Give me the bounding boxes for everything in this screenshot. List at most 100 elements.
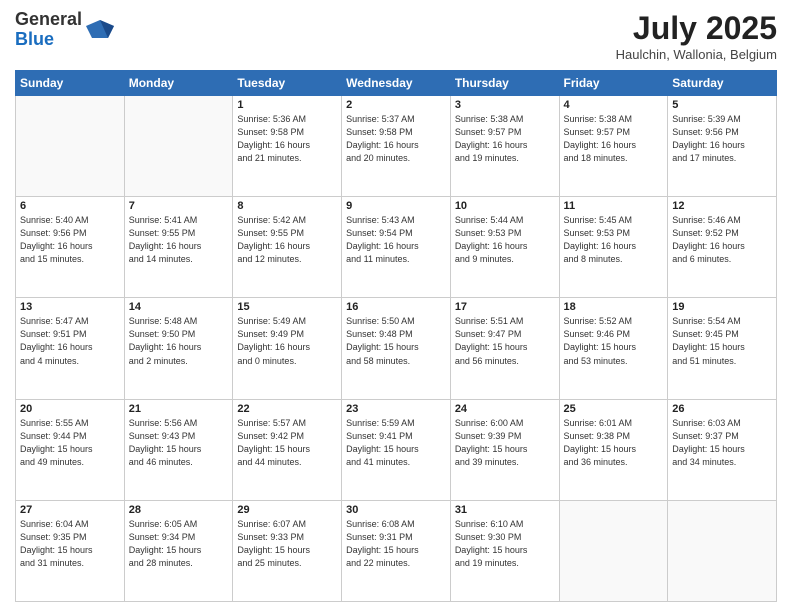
logo: General Blue bbox=[15, 10, 114, 50]
table-row: 12 Sunrise: 5:46 AM Sunset: 9:52 PM Dayli… bbox=[668, 197, 777, 298]
day-info: Sunrise: 6:01 AM Sunset: 9:38 PM Dayligh… bbox=[564, 417, 664, 469]
table-row: 3 Sunrise: 5:38 AM Sunset: 9:57 PM Daylig… bbox=[450, 96, 559, 197]
table-row bbox=[668, 500, 777, 601]
day-number: 11 bbox=[564, 200, 664, 212]
day-info: Sunrise: 6:10 AM Sunset: 9:30 PM Dayligh… bbox=[455, 518, 555, 570]
day-info: Sunrise: 5:44 AM Sunset: 9:53 PM Dayligh… bbox=[455, 214, 555, 266]
table-row: 26 Sunrise: 6:03 AM Sunset: 9:37 PM Dayli… bbox=[668, 399, 777, 500]
day-number: 24 bbox=[455, 403, 555, 415]
col-thursday: Thursday bbox=[450, 71, 559, 96]
location: Haulchin, Wallonia, Belgium bbox=[616, 47, 777, 62]
day-info: Sunrise: 5:45 AM Sunset: 9:53 PM Dayligh… bbox=[564, 214, 664, 266]
table-row bbox=[559, 500, 668, 601]
day-info: Sunrise: 5:46 AM Sunset: 9:52 PM Dayligh… bbox=[672, 214, 772, 266]
day-number: 5 bbox=[672, 99, 772, 111]
day-info: Sunrise: 5:56 AM Sunset: 9:43 PM Dayligh… bbox=[129, 417, 229, 469]
table-row: 28 Sunrise: 6:05 AM Sunset: 9:34 PM Dayli… bbox=[124, 500, 233, 601]
day-info: Sunrise: 5:42 AM Sunset: 9:55 PM Dayligh… bbox=[237, 214, 337, 266]
day-number: 1 bbox=[237, 99, 337, 111]
table-row: 23Sunrise: 5:59 AM Sunset: 9:41 PM Dayli… bbox=[342, 399, 451, 500]
day-number: 13 bbox=[20, 301, 120, 313]
logo-blue: Blue bbox=[15, 30, 82, 50]
calendar-week-row: 27Sunrise: 6:04 AM Sunset: 9:35 PM Dayli… bbox=[16, 500, 777, 601]
table-row: 11 Sunrise: 5:45 AM Sunset: 9:53 PM Dayli… bbox=[559, 197, 668, 298]
day-info: Sunrise: 5:55 AM Sunset: 9:44 PM Dayligh… bbox=[20, 417, 120, 469]
table-row: 20 Sunrise: 5:55 AM Sunset: 9:44 PM Dayli… bbox=[16, 399, 125, 500]
table-row: 24Sunrise: 6:00 AM Sunset: 9:39 PM Dayli… bbox=[450, 399, 559, 500]
day-info: Sunrise: 5:40 AM Sunset: 9:56 PM Dayligh… bbox=[20, 214, 120, 266]
table-row: 25 Sunrise: 6:01 AM Sunset: 9:38 PM Dayli… bbox=[559, 399, 668, 500]
day-info: Sunrise: 5:48 AM Sunset: 9:50 PM Dayligh… bbox=[129, 315, 229, 367]
day-info: Sunrise: 5:37 AM Sunset: 9:58 PM Dayligh… bbox=[346, 113, 446, 165]
table-row: 1 Sunrise: 5:36 AM Sunset: 9:58 PM Daylig… bbox=[233, 96, 342, 197]
calendar-week-row: 20 Sunrise: 5:55 AM Sunset: 9:44 PM Dayli… bbox=[16, 399, 777, 500]
table-row: 30Sunrise: 6:08 AM Sunset: 9:31 PM Dayli… bbox=[342, 500, 451, 601]
table-row: 10 Sunrise: 5:44 AM Sunset: 9:53 PM Dayli… bbox=[450, 197, 559, 298]
day-info: Sunrise: 6:07 AM Sunset: 9:33 PM Dayligh… bbox=[237, 518, 337, 570]
col-monday: Monday bbox=[124, 71, 233, 96]
calendar-week-row: 6 Sunrise: 5:40 AM Sunset: 9:56 PM Daylig… bbox=[16, 197, 777, 298]
table-row: 15 Sunrise: 5:49 AM Sunset: 9:49 PM Dayli… bbox=[233, 298, 342, 399]
table-row: 8Sunrise: 5:42 AM Sunset: 9:55 PM Daylig… bbox=[233, 197, 342, 298]
table-row: 9Sunrise: 5:43 AM Sunset: 9:54 PM Daylig… bbox=[342, 197, 451, 298]
day-info: Sunrise: 5:38 AM Sunset: 9:57 PM Dayligh… bbox=[564, 113, 664, 165]
day-number: 19 bbox=[672, 301, 772, 313]
day-info: Sunrise: 5:36 AM Sunset: 9:58 PM Dayligh… bbox=[237, 113, 337, 165]
day-number: 9 bbox=[346, 200, 446, 212]
day-number: 14 bbox=[129, 301, 229, 313]
day-number: 3 bbox=[455, 99, 555, 111]
table-row: 4 Sunrise: 5:38 AM Sunset: 9:57 PM Daylig… bbox=[559, 96, 668, 197]
table-row: 13 Sunrise: 5:47 AM Sunset: 9:51 PM Dayli… bbox=[16, 298, 125, 399]
page: General Blue July 2025 Haulchin, Walloni… bbox=[0, 0, 792, 612]
header: General Blue July 2025 Haulchin, Walloni… bbox=[15, 10, 777, 62]
table-row: 2Sunrise: 5:37 AM Sunset: 9:58 PM Daylig… bbox=[342, 96, 451, 197]
calendar-table: Sunday Monday Tuesday Wednesday Thursday… bbox=[15, 70, 777, 602]
calendar-week-row: 1 Sunrise: 5:36 AM Sunset: 9:58 PM Daylig… bbox=[16, 96, 777, 197]
day-info: Sunrise: 5:52 AM Sunset: 9:46 PM Dayligh… bbox=[564, 315, 664, 367]
day-info: Sunrise: 5:51 AM Sunset: 9:47 PM Dayligh… bbox=[455, 315, 555, 367]
calendar-header-row: Sunday Monday Tuesday Wednesday Thursday… bbox=[16, 71, 777, 96]
table-row bbox=[124, 96, 233, 197]
day-number: 31 bbox=[455, 504, 555, 516]
logo-icon bbox=[86, 16, 114, 44]
table-row: 27Sunrise: 6:04 AM Sunset: 9:35 PM Dayli… bbox=[16, 500, 125, 601]
table-row: 29 Sunrise: 6:07 AM Sunset: 9:33 PM Dayli… bbox=[233, 500, 342, 601]
day-info: Sunrise: 5:38 AM Sunset: 9:57 PM Dayligh… bbox=[455, 113, 555, 165]
day-info: Sunrise: 5:50 AM Sunset: 9:48 PM Dayligh… bbox=[346, 315, 446, 367]
table-row bbox=[16, 96, 125, 197]
day-info: Sunrise: 5:54 AM Sunset: 9:45 PM Dayligh… bbox=[672, 315, 772, 367]
col-friday: Friday bbox=[559, 71, 668, 96]
day-number: 21 bbox=[129, 403, 229, 415]
day-info: Sunrise: 5:49 AM Sunset: 9:49 PM Dayligh… bbox=[237, 315, 337, 367]
day-number: 25 bbox=[564, 403, 664, 415]
day-number: 12 bbox=[672, 200, 772, 212]
day-info: Sunrise: 6:03 AM Sunset: 9:37 PM Dayligh… bbox=[672, 417, 772, 469]
day-number: 29 bbox=[237, 504, 337, 516]
table-row: 17 Sunrise: 5:51 AM Sunset: 9:47 PM Dayli… bbox=[450, 298, 559, 399]
table-row: 16Sunrise: 5:50 AM Sunset: 9:48 PM Dayli… bbox=[342, 298, 451, 399]
day-number: 20 bbox=[20, 403, 120, 415]
logo-text: General Blue bbox=[15, 10, 82, 50]
day-info: Sunrise: 6:04 AM Sunset: 9:35 PM Dayligh… bbox=[20, 518, 120, 570]
col-tuesday: Tuesday bbox=[233, 71, 342, 96]
table-row: 14 Sunrise: 5:48 AM Sunset: 9:50 PM Dayli… bbox=[124, 298, 233, 399]
day-number: 6 bbox=[20, 200, 120, 212]
day-info: Sunrise: 5:41 AM Sunset: 9:55 PM Dayligh… bbox=[129, 214, 229, 266]
logo-general: General bbox=[15, 10, 82, 30]
day-number: 17 bbox=[455, 301, 555, 313]
day-number: 28 bbox=[129, 504, 229, 516]
table-row: 19 Sunrise: 5:54 AM Sunset: 9:45 PM Dayli… bbox=[668, 298, 777, 399]
day-info: Sunrise: 6:08 AM Sunset: 9:31 PM Dayligh… bbox=[346, 518, 446, 570]
day-number: 10 bbox=[455, 200, 555, 212]
table-row: 31 Sunrise: 6:10 AM Sunset: 9:30 PM Dayli… bbox=[450, 500, 559, 601]
day-number: 26 bbox=[672, 403, 772, 415]
day-info: Sunrise: 5:59 AM Sunset: 9:41 PM Dayligh… bbox=[346, 417, 446, 469]
col-saturday: Saturday bbox=[668, 71, 777, 96]
table-row: 22Sunrise: 5:57 AM Sunset: 9:42 PM Dayli… bbox=[233, 399, 342, 500]
day-number: 15 bbox=[237, 301, 337, 313]
day-info: Sunrise: 5:47 AM Sunset: 9:51 PM Dayligh… bbox=[20, 315, 120, 367]
day-info: Sunrise: 6:05 AM Sunset: 9:34 PM Dayligh… bbox=[129, 518, 229, 570]
table-row: 21 Sunrise: 5:56 AM Sunset: 9:43 PM Dayli… bbox=[124, 399, 233, 500]
day-number: 4 bbox=[564, 99, 664, 111]
col-sunday: Sunday bbox=[16, 71, 125, 96]
